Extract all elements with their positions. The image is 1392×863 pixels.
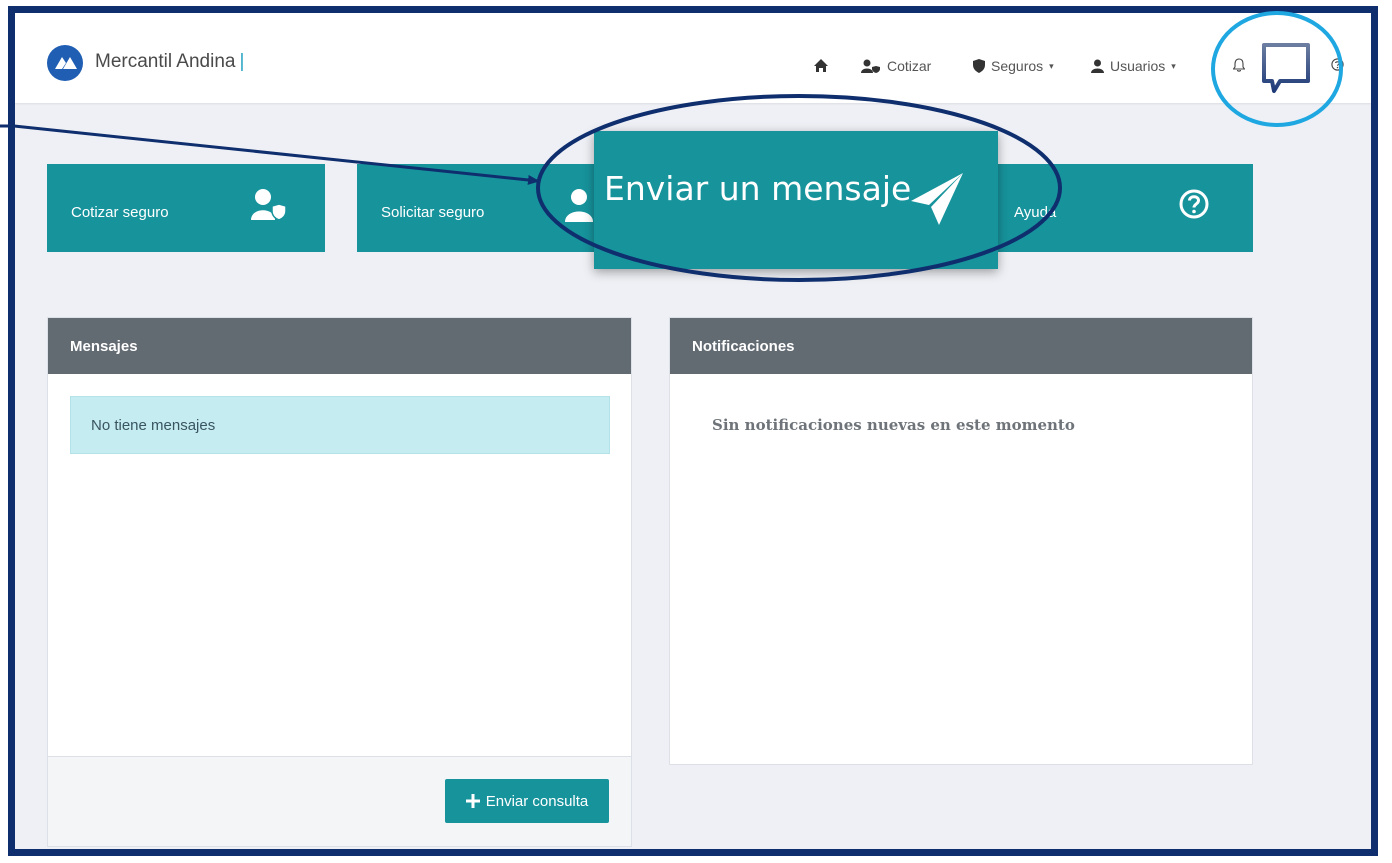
notifications-bell[interactable] xyxy=(1233,58,1245,72)
nav-cotizar[interactable]: Cotizar xyxy=(861,58,931,74)
nav-usuarios[interactable]: Usuarios ▾ xyxy=(1091,58,1176,74)
notifications-empty-text: Sin notificaciones nuevas en este moment… xyxy=(712,416,1075,434)
paper-plane-icon xyxy=(911,173,963,225)
home-icon xyxy=(814,59,828,72)
chevron-down-icon: ▾ xyxy=(1171,60,1176,71)
nav-cotizar-label: Cotizar xyxy=(887,58,932,74)
nav-usuarios-label: Usuarios xyxy=(1110,58,1166,74)
brand-logo[interactable] xyxy=(47,45,83,81)
send-message-callout-label: Enviar un mensaje xyxy=(604,169,912,208)
nav-home[interactable] xyxy=(813,58,829,73)
tile-solicitar-label: Solicitar seguro xyxy=(381,204,485,221)
user-shield-icon xyxy=(251,189,287,221)
user-icon xyxy=(565,189,593,222)
chevron-down-icon: ▾ xyxy=(1049,60,1054,71)
screenshot-frame: Mercantil Andina | Cotizar Seguros ▾ Usu… xyxy=(8,6,1378,856)
help-button[interactable] xyxy=(1331,58,1344,71)
chat-button[interactable] xyxy=(1258,41,1314,93)
top-navbar: Mercantil Andina | Cotizar Seguros ▾ Usu… xyxy=(15,13,1371,103)
send-inquiry-label: Enviar consulta xyxy=(485,792,589,810)
brand-separator: | xyxy=(239,51,245,72)
plus-icon xyxy=(465,794,480,808)
question-circle-icon xyxy=(1179,189,1209,219)
messages-panel-footer: Enviar consulta xyxy=(48,756,631,846)
tile-solicitar-seguro[interactable]: Solicitar seguro xyxy=(357,164,597,252)
notifications-panel-header: Notificaciones xyxy=(670,318,1252,374)
tile-cotizar-label: Cotizar seguro xyxy=(71,204,169,221)
brand-name: Mercantil Andina | xyxy=(95,51,244,73)
question-circle-icon xyxy=(1331,58,1344,71)
tile-ayuda-label: Ayuda xyxy=(1014,204,1057,221)
tile-ayuda[interactable]: Ayuda xyxy=(990,164,1253,252)
user-shield-icon xyxy=(861,59,880,73)
messages-panel-header: Mensajes xyxy=(48,318,631,374)
messages-empty-alert: No tiene mensajes xyxy=(70,396,610,454)
send-inquiry-button[interactable]: Enviar consulta xyxy=(445,779,609,823)
logo-mark-icon xyxy=(55,57,77,69)
tile-cotizar-seguro[interactable]: Cotizar seguro xyxy=(47,164,325,252)
user-icon xyxy=(1091,59,1104,73)
nav-seguros[interactable]: Seguros ▾ xyxy=(973,58,1054,74)
notifications-panel: Notificaciones Sin notificaciones nuevas… xyxy=(669,317,1253,765)
nav-seguros-label: Seguros xyxy=(991,58,1044,74)
messages-panel: Mensajes No tiene mensajes Enviar consul… xyxy=(47,317,632,847)
chat-bubble-icon xyxy=(1262,43,1310,93)
shield-icon xyxy=(973,59,985,73)
brand-name-label: Mercantil Andina xyxy=(95,51,236,72)
send-message-callout[interactable]: Enviar un mensaje xyxy=(594,131,998,269)
bell-icon xyxy=(1233,58,1245,72)
